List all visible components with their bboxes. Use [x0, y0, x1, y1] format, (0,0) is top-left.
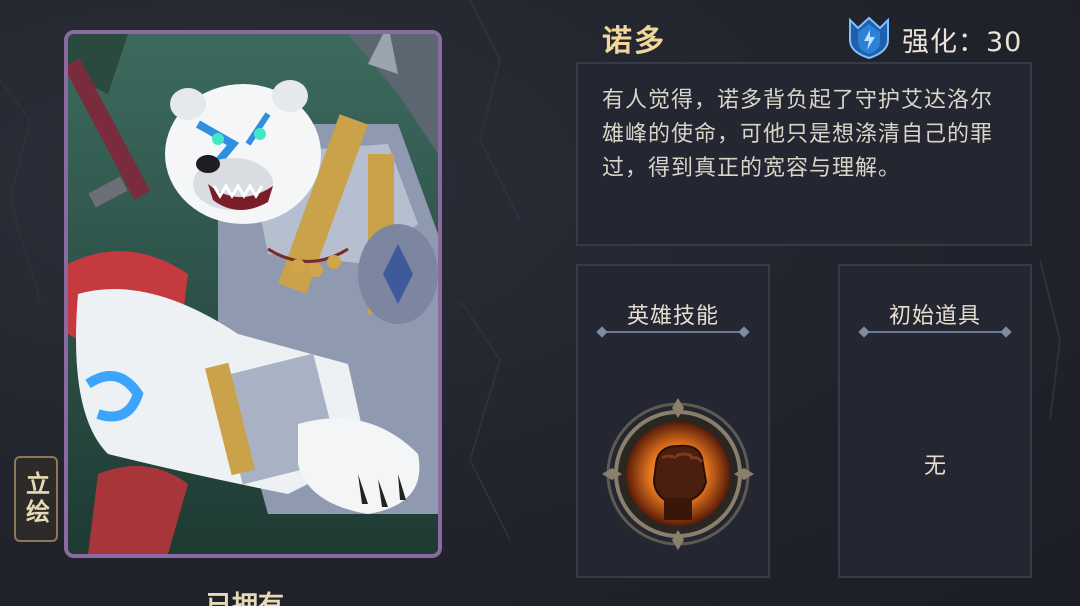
hero-portrait-card	[64, 30, 442, 558]
title-divider	[858, 326, 1012, 338]
hero-skill-title: 英雄技能	[626, 304, 719, 329]
hero-description-panel: 有人觉得，诺多背负起了守护艾达洛尔雄峰的使命，可他只是想涤清自己的罪过，得到真正…	[576, 62, 1032, 246]
fist-skill-icon[interactable]	[598, 394, 758, 554]
hero-name: 诺多	[602, 24, 666, 59]
hero-detail-screen: 立绘 已拥有 诺多 强化：30 有人觉得，诺多背负起了守护艾达洛尔雄峰的使命，可…	[0, 0, 1080, 606]
enhance-badge-icon	[849, 16, 889, 60]
portrait-tab-label: 立绘	[21, 471, 50, 527]
hero-skill-panel: 英雄技能	[576, 264, 770, 578]
starting-item-title: 初始道具	[888, 304, 981, 329]
polar-bear-warrior-portrait	[68, 34, 438, 554]
title-divider	[596, 326, 750, 338]
no-item-text: 无	[923, 454, 946, 479]
portrait-tab-button[interactable]: 立绘	[14, 456, 58, 542]
enhance-level-text: 强化：30	[902, 27, 1023, 58]
starting-item-panel: 初始道具 无	[838, 264, 1032, 578]
hero-description: 有人觉得，诺多背负起了守护艾达洛尔雄峰的使命，可他只是想涤清自己的罪过，得到真正…	[602, 88, 994, 181]
owned-status-label: 已拥有	[206, 591, 285, 606]
